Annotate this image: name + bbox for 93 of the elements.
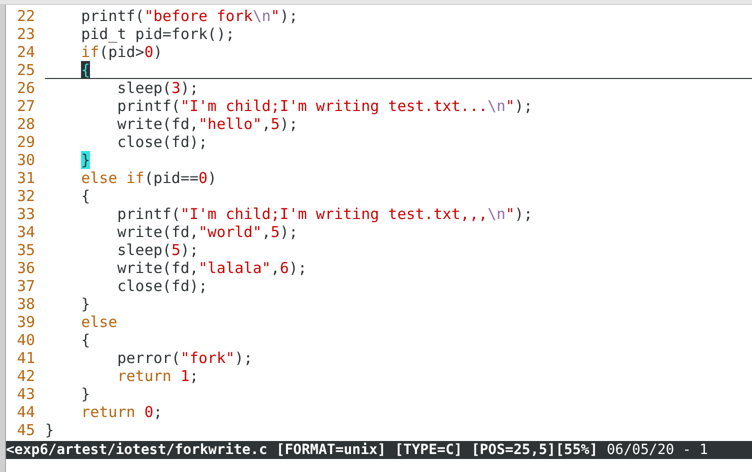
code-token: write(fd, [117, 223, 199, 241]
code-token: } [45, 421, 54, 439]
status-field: [FORMAT=unix] [276, 441, 386, 459]
status-field: [TYPE=C] [394, 441, 462, 459]
code-token: "before fork [144, 7, 253, 25]
line-number: 27 [16, 97, 35, 115]
code-token: printf( [81, 7, 144, 25]
code-token: \n [488, 205, 506, 223]
code-token: 1 [180, 367, 190, 385]
status-date: 06/05/20 - 1 [606, 441, 708, 459]
code-token: \n [252, 7, 271, 25]
code-token: 5 [270, 115, 280, 133]
code-token: ); [180, 79, 199, 97]
code-token: "I'm child;I'm writing test.txt... [180, 97, 488, 115]
code-token: " [506, 205, 515, 223]
code-token: ); [280, 115, 298, 133]
code-token: " [270, 7, 280, 25]
code-token: "world" [198, 223, 262, 241]
code-token: 5 [171, 241, 180, 259]
code-token: } [81, 295, 90, 313]
code-token: return [117, 367, 172, 385]
line-number: 28 [16, 115, 35, 133]
code-token: sleep( [117, 79, 172, 97]
code-token: else [81, 313, 118, 331]
code-token: close(fd); [117, 133, 208, 151]
line-number: 35 [16, 241, 35, 259]
code-token: printf( [117, 97, 180, 115]
code-token: 0 [144, 403, 154, 421]
code-token: ); [280, 7, 298, 25]
line-number: 41 [16, 349, 35, 367]
code-token: printf( [117, 205, 180, 223]
line-number: 40 [16, 331, 35, 349]
line-number: 33 [16, 205, 35, 223]
code-token: " [506, 97, 515, 115]
code-token: ; [190, 367, 199, 385]
line-number: 34 [16, 223, 35, 241]
line-number: 26 [16, 79, 35, 97]
code-token: "lalala" [198, 259, 271, 277]
line-number: 31 [16, 169, 35, 187]
code-token: write(fd, [117, 259, 199, 277]
code-token: 0 [144, 43, 154, 61]
text-cursor: { [81, 60, 90, 78]
code-token: , [270, 259, 280, 277]
code-token: write(fd, [117, 115, 199, 133]
code-token: if [81, 43, 100, 61]
code-token: ); [514, 97, 533, 115]
line-number: 38 [16, 295, 35, 313]
code-token: 0 [198, 169, 208, 187]
code-token: else if [81, 169, 144, 187]
code-token: "hello" [198, 115, 262, 133]
line-number: 22 [16, 7, 35, 25]
line-number: 25 [16, 61, 35, 79]
line-number: 23 [16, 25, 35, 43]
code-token: return [81, 403, 136, 421]
code-token: sleep( [117, 241, 172, 259]
status-field: [POS=25,5][55%] [471, 441, 598, 459]
code-token: 3 [171, 79, 180, 97]
code-token: ) [153, 43, 162, 61]
line-number: 29 [16, 133, 35, 151]
code-token: (pid== [144, 169, 199, 187]
code-token: (pid> [99, 43, 144, 61]
line-number: 44 [16, 403, 35, 421]
code-token: , [262, 115, 271, 133]
code-token: close(fd); [117, 277, 208, 295]
code-token: { [81, 331, 90, 349]
code-token: ); [180, 241, 199, 259]
code-token: perror( [117, 349, 180, 367]
code-token: 5 [270, 223, 280, 241]
line-number: 30 [16, 151, 35, 169]
code-token: "I'm child;I'm writing test.txt,,, [180, 205, 488, 223]
code-token: ; [153, 403, 162, 421]
code-token: } [81, 385, 90, 403]
line-number: 45 [16, 421, 35, 439]
code-token: "fork" [180, 349, 235, 367]
line-number: 36 [16, 259, 35, 277]
code-token: ); [288, 259, 307, 277]
matching-brace: } [81, 151, 90, 169]
code-token: , [262, 223, 271, 241]
line-number: 24 [16, 43, 35, 61]
line-number: 37 [16, 277, 35, 295]
code-token: 6 [280, 259, 289, 277]
line-number: 32 [16, 187, 35, 205]
code-token: ); [280, 223, 298, 241]
code-token: ); [514, 205, 533, 223]
line-number: 43 [16, 385, 35, 403]
file-path: <exp6/artest/iotest/forkwrite.c [6, 441, 268, 459]
code-token: ); [234, 349, 253, 367]
code-token: ) [208, 169, 217, 187]
code-token: pid_t pid=fork(); [81, 25, 235, 43]
code-token: \n [488, 97, 506, 115]
code-token: { [81, 187, 90, 205]
line-number: 42 [16, 367, 35, 385]
line-number: 39 [16, 313, 35, 331]
